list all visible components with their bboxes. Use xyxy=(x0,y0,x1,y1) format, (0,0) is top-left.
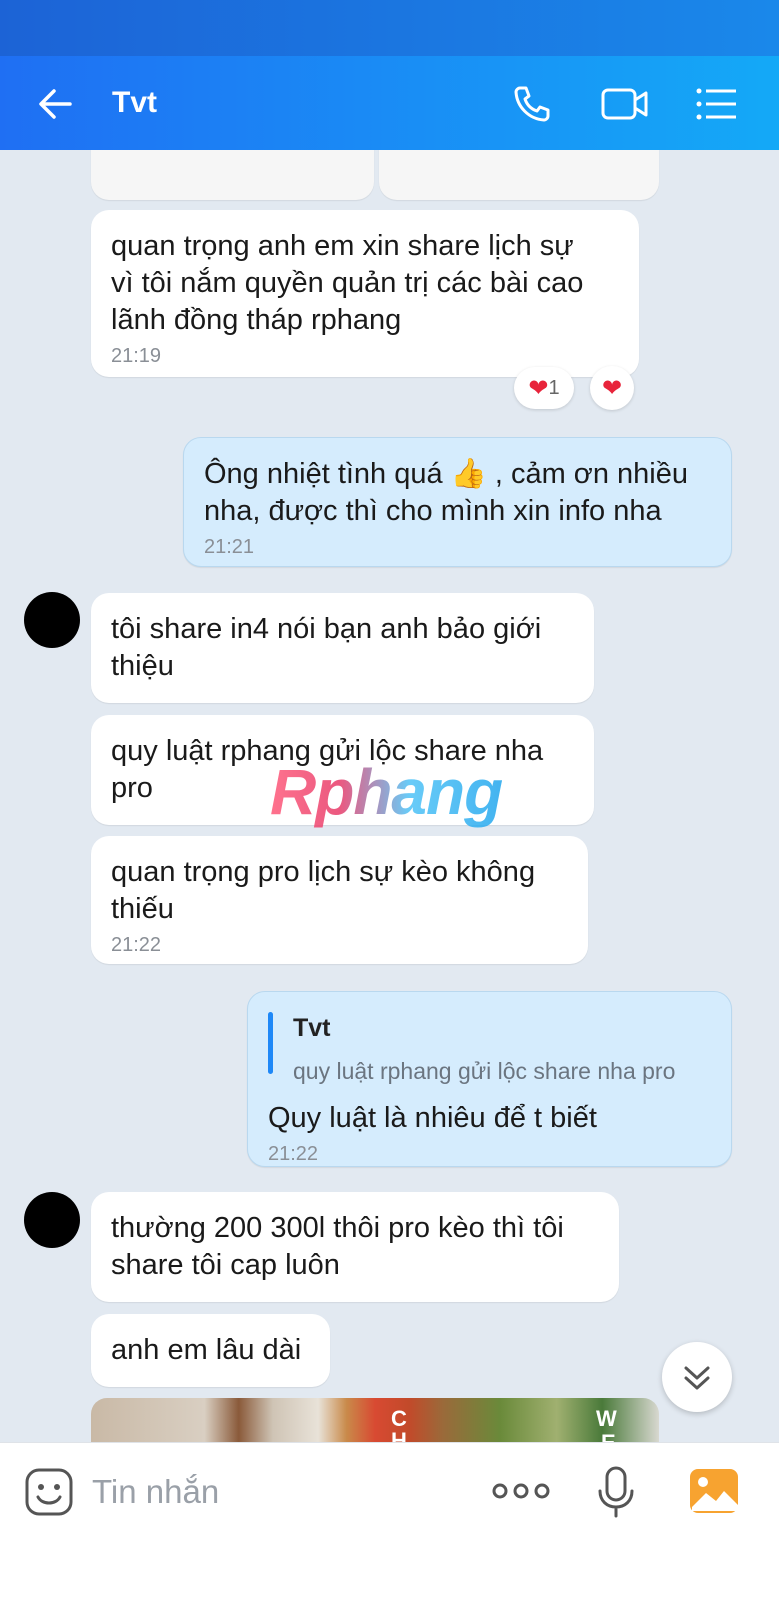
message-time: 21:22 xyxy=(111,934,162,956)
received-message[interactable]: quan trọng anh em xin share lịch sự vì t… xyxy=(91,210,639,377)
contact-avatar[interactable] xyxy=(24,592,80,648)
message-time: 21:21 xyxy=(204,536,255,558)
message-text: thường 200 300l thôi pro kèo thì tôi sha… xyxy=(111,1212,564,1281)
received-message[interactable]: thường 200 300l thôi pro kèo thì tôi sha… xyxy=(91,1192,619,1302)
message-input[interactable]: Tin nhắn xyxy=(92,1473,219,1511)
received-message[interactable]: quy luật rphang gửi lộc share nha pro xyxy=(91,715,594,825)
video-call-icon[interactable] xyxy=(600,82,650,126)
message-text: quan trọng anh em xin share lịch sự vì t… xyxy=(111,230,584,336)
quote-indicator xyxy=(268,1012,273,1074)
double-chevron-down-icon xyxy=(684,1366,710,1390)
message-text: quan trọng pro lịch sự kèo không thiếu xyxy=(111,856,536,925)
heart-icon: ❤ xyxy=(528,374,549,402)
phone-call-icon[interactable] xyxy=(510,82,554,126)
sticker-emoji-icon[interactable] xyxy=(24,1467,74,1517)
reaction-summary[interactable]: ❤ 1 xyxy=(514,367,574,409)
quoted-sender: Tvt xyxy=(293,1014,331,1042)
received-message[interactable]: quan trọng pro lịch sự kèo không thiếu 2… xyxy=(91,836,588,964)
message-text: Ông nhiệt tình quá 👍 , cảm ơn nhiều nha,… xyxy=(204,458,688,527)
message-input-bar: Tin nhắn xyxy=(0,1442,779,1601)
message-text: quy luật rphang gửi lộc share nha pro xyxy=(111,735,544,804)
sent-message[interactable]: Ông nhiệt tình quá 👍 , cảm ơn nhiều nha,… xyxy=(183,437,732,567)
add-reaction-button[interactable]: ❤ xyxy=(590,366,634,410)
chat-title[interactable]: Tvt xyxy=(112,86,157,120)
menu-list-icon[interactable] xyxy=(694,82,738,126)
back-arrow-icon[interactable] xyxy=(36,84,76,124)
message-list[interactable]: quan trọng anh em xin share lịch sự vì t… xyxy=(0,150,779,1472)
message-text: Quy luật là nhiêu để t biết xyxy=(268,1102,597,1134)
status-bar xyxy=(0,0,779,56)
partial-message-card xyxy=(379,150,659,200)
contact-avatar[interactable] xyxy=(24,1192,80,1248)
message-time: 21:19 xyxy=(111,345,162,367)
received-message[interactable]: tôi share in4 nói bạn anh bảo giới thiệu xyxy=(91,593,594,703)
message-text: tôi share in4 nói bạn anh bảo giới thiệu xyxy=(111,613,542,682)
received-message[interactable]: anh em lâu dài xyxy=(91,1314,330,1387)
image-gallery-icon[interactable] xyxy=(688,1467,740,1515)
heart-icon: ❤ xyxy=(601,374,623,402)
more-options-icon[interactable] xyxy=(492,1479,550,1503)
reaction-count: 1 xyxy=(548,376,560,399)
partial-message-card xyxy=(91,150,374,200)
chat-header: Tvt xyxy=(0,56,779,150)
message-text: anh em lâu dài xyxy=(111,1334,302,1366)
photo-letter: W xyxy=(596,1406,617,1431)
quoted-message[interactable]: Tvt quy luật rphang gửi lộc share nha pr… xyxy=(293,1010,711,1090)
microphone-icon[interactable] xyxy=(596,1465,636,1519)
message-time: 21:22 xyxy=(268,1143,319,1165)
scroll-to-bottom-button[interactable] xyxy=(662,1342,732,1412)
sent-reply-message[interactable]: Tvt quy luật rphang gửi lộc share nha pr… xyxy=(247,991,732,1167)
quoted-text: quy luật rphang gửi lộc share nha pro xyxy=(293,1058,676,1084)
